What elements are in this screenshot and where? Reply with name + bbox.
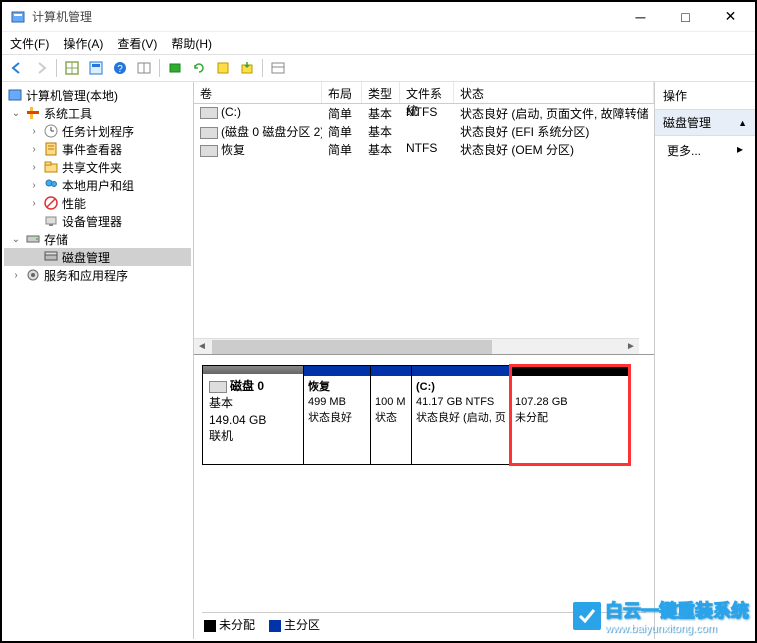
- menubar: 文件(F) 操作(A) 查看(V) 帮助(H): [2, 32, 755, 54]
- collapse-icon[interactable]: ⌄: [10, 234, 22, 245]
- tree-system-tools[interactable]: ⌄ 系统工具: [4, 104, 191, 122]
- app-icon: [10, 9, 26, 25]
- scroll-right-icon[interactable]: ►: [623, 341, 639, 352]
- partition-unallocated[interactable]: 107.28 GB 未分配: [510, 365, 630, 465]
- expand-icon[interactable]: ›: [10, 270, 22, 281]
- refresh-icon[interactable]: [188, 57, 210, 79]
- legend-primary-icon: [269, 620, 281, 632]
- expand-icon[interactable]: ›: [28, 198, 40, 209]
- partition-efi[interactable]: 100 M 状态: [370, 365, 412, 465]
- menu-view[interactable]: 查看(V): [117, 35, 157, 52]
- toolbar-icon-7[interactable]: [267, 57, 289, 79]
- chevron-right-icon: ▸: [737, 142, 743, 159]
- forward-button[interactable]: [30, 57, 52, 79]
- tree-services[interactable]: › 服务和应用程序: [4, 266, 191, 284]
- help-icon[interactable]: ?: [109, 57, 131, 79]
- tree-disk-management[interactable]: 磁盘管理: [4, 248, 191, 266]
- tree-event-viewer[interactable]: › 事件查看器: [4, 140, 191, 158]
- toolbar-icon-3[interactable]: [133, 57, 155, 79]
- legend-unallocated-icon: [204, 620, 216, 632]
- partition-recovery[interactable]: 恢复 499 MB 状态良好: [303, 365, 371, 465]
- toolbar-icon-1[interactable]: [61, 57, 83, 79]
- partition-c[interactable]: (C:) 41.17 GB NTFS 状态良好 (启动, 页: [411, 365, 511, 465]
- legend: 未分配 主分区: [204, 616, 320, 633]
- svg-text:?: ?: [117, 64, 123, 75]
- volume-icon: [200, 107, 218, 119]
- center-panel: 卷 布局 类型 文件系统 状态 (C:) 简单 基本 NTFS 状态良好 (启动…: [194, 82, 655, 639]
- col-layout[interactable]: 布局: [322, 82, 362, 103]
- tree-task-scheduler[interactable]: › 任务计划程序: [4, 122, 191, 140]
- expand-icon[interactable]: ›: [28, 144, 40, 155]
- tree-performance[interactable]: › 性能: [4, 194, 191, 212]
- tree-root[interactable]: 计算机管理(本地): [4, 86, 191, 104]
- expand-icon[interactable]: ›: [28, 162, 40, 173]
- actions-category[interactable]: 磁盘管理 ▲: [655, 110, 755, 136]
- actions-more[interactable]: 更多... ▸: [655, 136, 755, 165]
- disk-label[interactable]: 磁盘 0 基本 149.04 GB 联机: [202, 365, 304, 465]
- toolbar-icon-4[interactable]: [164, 57, 186, 79]
- watermark: 白云一键重装系统 www.baiyunxitong.com: [573, 597, 749, 635]
- tree-storage[interactable]: ⌄ 存储: [4, 230, 191, 248]
- window-title: 计算机管理: [32, 8, 618, 25]
- minimize-button[interactable]: ─: [618, 3, 663, 31]
- expand-icon[interactable]: ›: [28, 126, 40, 137]
- tree-shared-folders[interactable]: › 共享文件夹: [4, 158, 191, 176]
- toolbar-icon-6[interactable]: [236, 57, 258, 79]
- horizontal-scrollbar[interactable]: ◄ ►: [194, 338, 639, 354]
- back-button[interactable]: [6, 57, 28, 79]
- volume-row[interactable]: (C:) 简单 基本 NTFS 状态良好 (启动, 页面文件, 故障转储: [194, 104, 654, 122]
- menu-help[interactable]: 帮助(H): [171, 35, 212, 52]
- toolbar: ?: [2, 54, 755, 82]
- volume-row[interactable]: (磁盘 0 磁盘分区 2) 简单 基本 状态良好 (EFI 系统分区): [194, 122, 654, 140]
- col-type[interactable]: 类型: [362, 82, 400, 103]
- col-status[interactable]: 状态: [454, 82, 654, 103]
- menu-action[interactable]: 操作(A): [63, 35, 103, 52]
- toolbar-icon-2[interactable]: [85, 57, 107, 79]
- titlebar: 计算机管理 ─ □ ✕: [2, 2, 755, 32]
- tree-local-users[interactable]: › 本地用户和组: [4, 176, 191, 194]
- col-filesystem[interactable]: 文件系统: [400, 82, 454, 103]
- collapse-triangle-icon: ▲: [738, 118, 747, 128]
- actions-header: 操作: [655, 82, 755, 110]
- close-button[interactable]: ✕: [708, 3, 753, 31]
- scroll-thumb[interactable]: [212, 340, 492, 354]
- disk-icon: [209, 381, 227, 393]
- actions-panel: 操作 磁盘管理 ▲ 更多... ▸: [655, 82, 755, 639]
- volume-row[interactable]: 恢复 简单 基本 NTFS 状态良好 (OEM 分区): [194, 140, 654, 158]
- tree-panel: 计算机管理(本地) ⌄ 系统工具 › 任务计划程序 › 事件查看器 › 共享文件…: [2, 82, 194, 639]
- col-volume[interactable]: 卷: [194, 82, 322, 103]
- tree-device-manager[interactable]: 设备管理器: [4, 212, 191, 230]
- toolbar-icon-5[interactable]: [212, 57, 234, 79]
- volume-icon: [200, 145, 218, 157]
- expand-icon[interactable]: ›: [28, 180, 40, 191]
- volume-table-body: (C:) 简单 基本 NTFS 状态良好 (启动, 页面文件, 故障转储 (磁盘…: [194, 104, 654, 354]
- scroll-left-icon[interactable]: ◄: [194, 341, 210, 352]
- collapse-icon[interactable]: ⌄: [10, 108, 22, 119]
- watermark-logo-icon: [573, 602, 601, 630]
- volume-table-header: 卷 布局 类型 文件系统 状态: [194, 82, 654, 104]
- volume-icon: [200, 127, 218, 139]
- menu-file[interactable]: 文件(F): [10, 35, 49, 52]
- maximize-button[interactable]: □: [663, 3, 708, 31]
